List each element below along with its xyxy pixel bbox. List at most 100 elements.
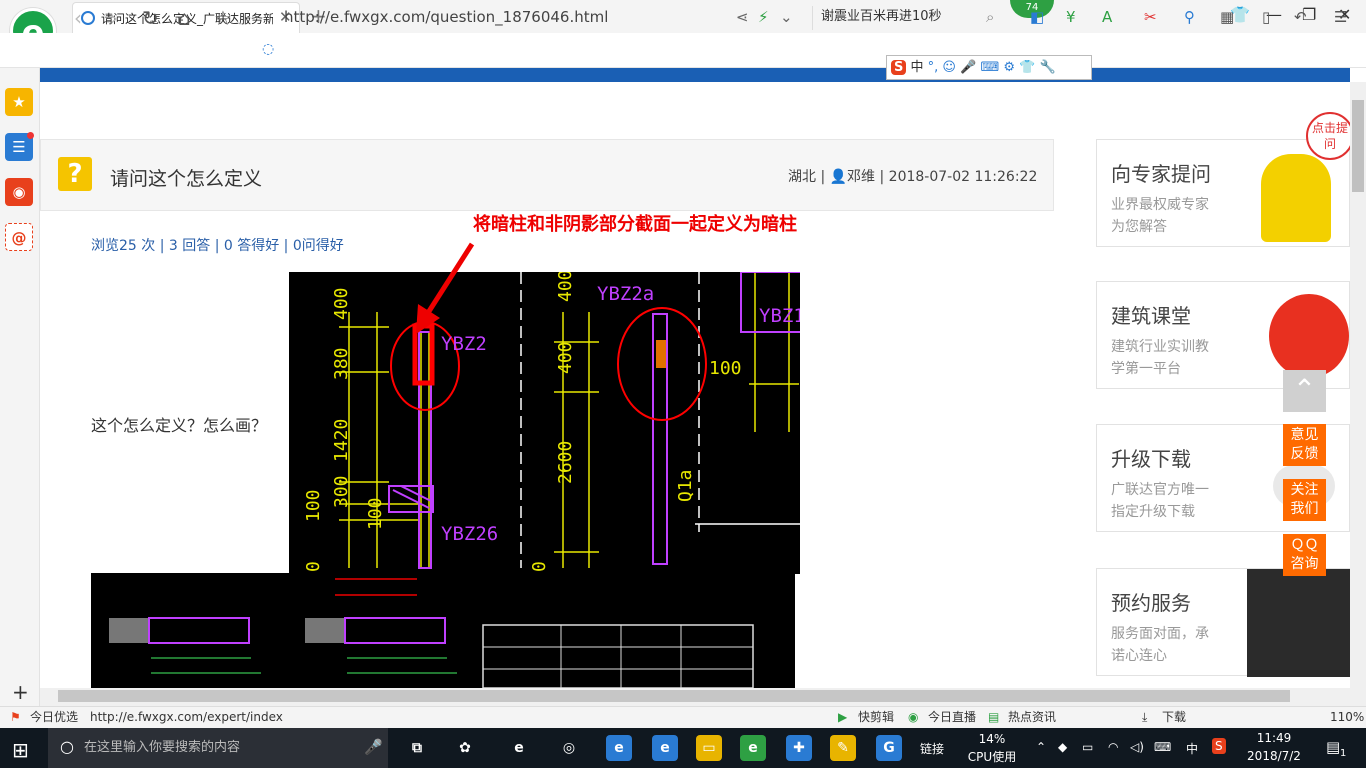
card-book-service[interactable]: 预约服务 服务面对面，承 诺心连心 [1096, 568, 1351, 677]
tray-app-icon[interactable]: ◆ [1058, 740, 1067, 754]
internet-explorer-icon[interactable]: e [652, 735, 678, 761]
back-icon[interactable]: ‹ [74, 6, 82, 30]
extension-ie-icon[interactable]: ◧ [1030, 8, 1044, 26]
follow-us-button[interactable]: 关注 我们 [1283, 479, 1326, 521]
share-icon[interactable]: ⋖ [736, 8, 749, 26]
address-input[interactable]: http://e.fwxgx.com/question_1876046.html [284, 8, 608, 26]
site-header-strip [40, 68, 1350, 82]
keyboard-icon[interactable]: ⌨ [1154, 740, 1171, 754]
battery-icon[interactable]: ▭ [1082, 740, 1093, 754]
ime-indicator[interactable]: 中 [1186, 740, 1198, 757]
extension-money-icon[interactable]: ¥ [1066, 8, 1076, 26]
reading-mode-icon[interactable]: ▯ [1262, 8, 1270, 26]
volume-icon[interactable]: ◁) [1130, 740, 1144, 754]
card-desc: 建筑行业实训教 [1111, 339, 1209, 355]
weibo-icon[interactable]: ◉ [5, 178, 33, 206]
lightning-icon[interactable]: ⚡ [758, 8, 769, 26]
vertical-scroll-thumb[interactable] [1352, 100, 1364, 192]
notification-count: 1 [1340, 748, 1347, 759]
app-cross-icon[interactable]: ✚ [786, 735, 812, 761]
taskbar-link-label[interactable]: 链接 [920, 740, 944, 757]
card-ask-expert[interactable]: 向专家提问 业界最权威专家 为您解答 [1096, 139, 1350, 247]
apps-grid-icon[interactable]: ▦ [1220, 8, 1234, 26]
status-item[interactable]: 今日直播 [928, 707, 976, 727]
wifi-icon[interactable]: ◠ [1108, 740, 1118, 754]
browser-taskbar-icon[interactable]: e [740, 735, 766, 761]
microphone-icon[interactable]: 🎤 [364, 738, 383, 756]
dim-label: 400 [555, 341, 576, 374]
chevron-down-icon[interactable]: ⌄ [780, 8, 793, 26]
hatched-section [656, 340, 666, 368]
dim-label: 0 [529, 561, 550, 572]
fan-app-icon[interactable]: ✿ [452, 735, 478, 761]
g-app-icon[interactable]: G [876, 735, 902, 761]
mascot-illustration [1261, 154, 1331, 242]
home-icon[interactable]: ⌂ [178, 6, 191, 30]
clock-time[interactable]: 11:49 [1240, 731, 1308, 745]
sidebar-add-icon[interactable]: + [12, 680, 29, 704]
ime-tools-icons[interactable]: °, ☺ 🎤 ⌨ ⚙ 👕 🔧 [928, 60, 1056, 75]
zoom-level[interactable]: 110% [1330, 707, 1364, 727]
refresh-icon[interactable]: ↻ [142, 6, 159, 30]
card-desc: 为您解答 [1111, 219, 1167, 235]
file-explorer-icon[interactable]: ▭ [696, 735, 722, 761]
start-windows-icon[interactable]: ⊞ [12, 738, 29, 762]
dim-label: 400 [555, 272, 576, 302]
feedback-label: 意见 [1290, 427, 1319, 443]
sogou-ime-icon[interactable]: S [891, 60, 907, 75]
notes-icon[interactable]: ✎ [830, 735, 856, 761]
mail-icon[interactable]: @ [5, 223, 33, 251]
status-left-label[interactable]: 今日优选 [30, 707, 78, 727]
site-info-icon[interactable]: ◌ [262, 41, 274, 57]
ie-icon[interactable]: e [506, 735, 532, 761]
search-input[interactable]: 谢震业百米再进10秒 [812, 6, 1008, 30]
left-sidebar [0, 68, 40, 706]
edge-icon[interactable]: e [606, 735, 632, 761]
card-desc: 诺心连心 [1111, 648, 1167, 664]
dim-label: 1420 [331, 419, 352, 462]
horizontal-scroll-thumb[interactable] [58, 690, 1290, 702]
undo-icon[interactable]: ↶ [1294, 8, 1307, 26]
tray-expand-icon[interactable]: ⌃ [1036, 740, 1046, 754]
taskbar-search-input[interactable]: 在这里输入你要搜索的内容 [48, 728, 388, 768]
status-item[interactable]: 热点资讯 [1008, 707, 1056, 727]
spiral-app-icon[interactable]: ◎ [556, 735, 582, 761]
question-mark-icon: ? [58, 157, 92, 191]
forward-icon[interactable]: › [110, 6, 118, 30]
cad-detail-svg [109, 578, 754, 689]
scissors-icon[interactable]: ✂ [1144, 8, 1157, 26]
sogou-tray-icon[interactable]: S [1212, 738, 1226, 754]
status-item[interactable]: 快剪辑 [858, 707, 894, 727]
action-center-icon[interactable]: ▤ [1326, 738, 1340, 756]
ime-toolbar[interactable]: S 中 °, ☺ 🎤 ⌨ ⚙ 👕 🔧 [886, 55, 1092, 80]
download-icon: ⤓ [1142, 710, 1148, 724]
cad-drawing-svg: 400 380 1420 300 100 0 100 400 400 2600 … [303, 269, 805, 572]
feedback-button[interactable]: 意见 反馈 [1283, 424, 1326, 466]
annotation-arrow [416, 242, 475, 334]
dim-label: 100 [365, 497, 386, 530]
clock-date[interactable]: 2018/7/2 [1240, 749, 1308, 763]
feedback-label: 反馈 [1290, 446, 1319, 462]
magnifier-icon[interactable]: ⚲ [1184, 8, 1195, 26]
status-item[interactable]: 下载 [1162, 707, 1186, 727]
dim-label: 400 [331, 287, 352, 320]
question-meta: 湖北 | 👤邓维 | 2018-07-02 11:26:22 [788, 169, 1038, 185]
cpu-label: CPU使用 [967, 750, 1017, 764]
card-title: 升级下载 [1111, 447, 1191, 471]
ime-mode[interactable]: 中 [911, 60, 924, 75]
extension-translate-icon[interactable]: A [1102, 8, 1112, 26]
favorite-star-icon[interactable]: ☆ [214, 6, 232, 30]
card-title: 预约服务 [1111, 591, 1191, 615]
unread-dot [27, 132, 34, 139]
search-icon[interactable]: ⌕ [986, 8, 994, 26]
card-desc: 学第一平台 [1111, 361, 1181, 377]
favorites-star-icon[interactable]: ★ [5, 88, 33, 116]
back-to-top-icon[interactable]: ⌃ [1283, 370, 1326, 412]
card-desc: 业界最权威专家 [1111, 197, 1209, 213]
task-view-icon[interactable]: ⧉ [404, 735, 430, 761]
ask-bubble[interactable]: 点击提问 [1306, 112, 1354, 160]
menu-icon[interactable]: ☰ [1334, 8, 1347, 26]
question-stats-link[interactable]: 浏览25 次 | 3 回答 | 0 答得好 | 0问得好 [91, 235, 344, 255]
qq-consult-button[interactable]: ＱＱ 咨询 [1283, 534, 1326, 576]
question-body: 这个怎么定义？怎么画？ [91, 416, 268, 435]
